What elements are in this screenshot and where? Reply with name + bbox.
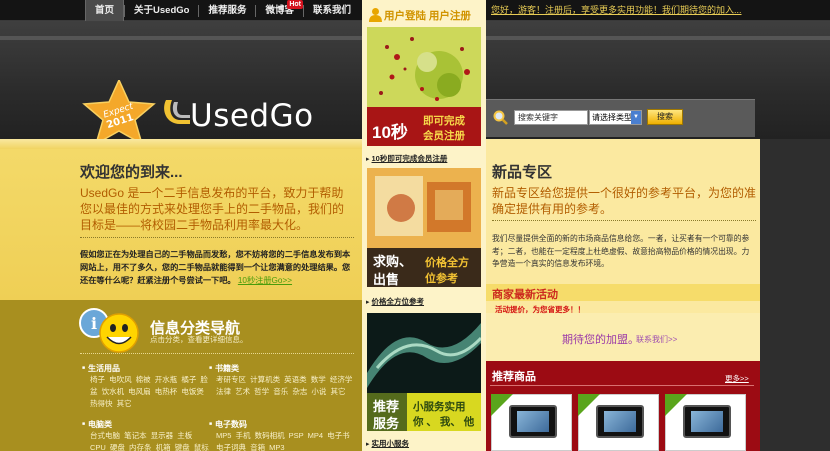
nav-about[interactable]: 关于UsedGo xyxy=(125,0,198,21)
service-promo-banner[interactable]: 推荐 服务 小服务实用 你 、 我、 他 xyxy=(367,313,481,431)
shop-activity-subtitle: 活动提价，为您省更多！！ xyxy=(495,305,585,314)
product-card[interactable] xyxy=(491,394,572,451)
svg-text:i: i xyxy=(91,314,97,333)
service-promo-caption: 推荐 服务 小服务实用 你 、 我、 他 xyxy=(367,393,481,431)
right-margin xyxy=(760,139,830,451)
quick-register-link[interactable]: 10秒注册Go>> xyxy=(238,276,292,285)
small-services-link[interactable]: 实用小服务 xyxy=(366,438,410,449)
welcome-intro-text: 假如您正在为处理自己的二手物品而发愁，您不妨将您的二手信息发布到本网站上，用不了… xyxy=(80,248,358,287)
register-promo-banner[interactable]: 10秒 即可完成 会员注册 xyxy=(367,27,481,146)
shop-activity-title: 商家最新活动 xyxy=(492,289,558,301)
divider xyxy=(492,220,756,221)
more-link[interactable]: 更多>> xyxy=(725,373,749,384)
new-products-description: 新品专区给您提供一个很好的参考平台，为您的准确定提供有用的参考。 xyxy=(492,186,757,216)
category-books-links[interactable]: 考研专区 计算机类 英语类 数学 经济学 法律 艺术 哲学 音乐 杂志 小说 其… xyxy=(216,374,354,398)
user-icon xyxy=(369,8,382,22)
new-products-intro: 我们尽量提供全面的新的市场商品信息给您。一者，让买者有一个可靠的参考；二者，也能… xyxy=(492,234,750,268)
promo-line: 出售 xyxy=(373,272,400,287)
divider xyxy=(490,385,754,386)
category-nav-subtitle: 点击分类，查看更详细信息。 xyxy=(150,335,248,344)
search-input[interactable]: 搜索关键字 xyxy=(514,110,588,125)
promo-line: 小服务实用 xyxy=(413,401,466,413)
recommended-products-title: 推荐商品 xyxy=(492,371,536,383)
star-badge-icon: Expect 2011 xyxy=(82,80,156,146)
promo-line: 你 、 我、 他 xyxy=(413,416,475,428)
price-reference-link[interactable]: 价格全方位参考 xyxy=(366,296,425,307)
welcome-intro-body: 假如您正在为处理自己的二手物品而发愁，您不妨将您的二手信息发布到本网站上，用不了… xyxy=(80,250,351,285)
welcome-title: 欢迎您的到来... xyxy=(80,164,183,181)
hot-badge: Hot xyxy=(287,0,303,9)
search-type-value: 请选择类型 xyxy=(592,113,632,122)
user-login-register: 用户登陆 用户注册 xyxy=(366,5,482,23)
product-card[interactable] xyxy=(665,394,746,451)
new-products-title: 新品专区 xyxy=(492,164,553,181)
register-promo-caption: 10秒 即可完成 会员注册 xyxy=(367,107,481,146)
category-computers-links[interactable]: 台式电脑 笔记本 显示器 主板 CPU 硬盘 内存条 机箱 键盘 鼠标 xyxy=(90,430,212,451)
welcome-description: UsedGo 是一个二手信息发布的平台，致力于帮助您以最佳的方式来处理您手上的二… xyxy=(80,186,345,232)
nav-microblog[interactable]: 微博客 Hot xyxy=(256,0,303,21)
category-daily-goods-links[interactable]: 椅子 电吹风 棉被 开水瓶 橘子 脸盆 饮水机 电风扇 电热杯 电饭煲 热得快 … xyxy=(90,374,212,410)
splash-art-icon xyxy=(367,27,481,107)
tablet-image xyxy=(683,405,731,438)
contact-us-link[interactable]: 联系我们>> xyxy=(636,334,677,345)
dropdown-arrow-icon: ▼ xyxy=(631,111,641,124)
promo-line: 求购、 xyxy=(373,254,413,269)
nav-contact[interactable]: 联系我们 xyxy=(304,0,360,21)
promo-line: 价格全方 xyxy=(425,257,469,269)
price-promo-banner[interactable]: 求购、 出售 价格全方 位参考 xyxy=(367,168,481,287)
site-logo[interactable]: Expect 2011 UsedGo xyxy=(82,80,362,146)
category-books[interactable]: 书籍类 xyxy=(209,363,239,374)
product-card[interactable] xyxy=(578,394,659,451)
price-promo-caption: 求购、 出售 价格全方 位参考 xyxy=(367,248,481,287)
tablet-image xyxy=(596,405,644,438)
aurora-icon xyxy=(367,313,481,393)
divider xyxy=(80,237,354,238)
welcome-register-link[interactable]: 您好，游客！注册后，享受更多实用功能！我们期待您的加入... xyxy=(491,0,742,21)
tablet-image xyxy=(509,405,557,438)
search-type-select[interactable]: 请选择类型 ▼ xyxy=(589,110,642,125)
logo-text: UsedGo xyxy=(190,98,314,134)
promo-big-text: 10秒 xyxy=(372,123,408,142)
search-bar: 搜索关键字 请选择类型 ▼ 搜索 xyxy=(485,99,755,137)
category-daily-goods[interactable]: 生活用品 xyxy=(82,363,120,374)
register-link[interactable]: 10秒即可完成会员注册 xyxy=(366,153,448,164)
search-button[interactable]: 搜索 xyxy=(647,109,683,125)
search-icon xyxy=(493,110,508,125)
login-register-link[interactable]: 用户登陆 用户注册 xyxy=(384,8,471,23)
abstract-art-icon xyxy=(367,168,481,248)
category-electronics-links[interactable]: MP5 手机 数码相机 PSP MP4 电子书 电子词典 音箱 MP3 xyxy=(216,430,354,451)
info-smiley-icon: i xyxy=(79,308,139,353)
nav-services[interactable]: 推荐服务 xyxy=(199,0,255,21)
category-electronics[interactable]: 电子数码 xyxy=(209,419,247,430)
promo-line: 位参考 xyxy=(425,273,458,285)
swoosh-icon xyxy=(164,100,190,124)
divider xyxy=(80,353,354,354)
promo-line: 服务 xyxy=(373,416,400,431)
nav-home[interactable]: 首页 xyxy=(85,0,125,21)
category-computers[interactable]: 电脑类 xyxy=(82,419,112,430)
main-menu: 首页 关于UsedGo 推荐服务 微博客 Hot 联系我们 xyxy=(85,0,360,21)
promo-line: 会员注册 xyxy=(423,130,465,142)
promo-line: 即可完成 xyxy=(423,115,465,127)
shop-waiting-text: 期待您的加盟。 xyxy=(562,334,639,346)
